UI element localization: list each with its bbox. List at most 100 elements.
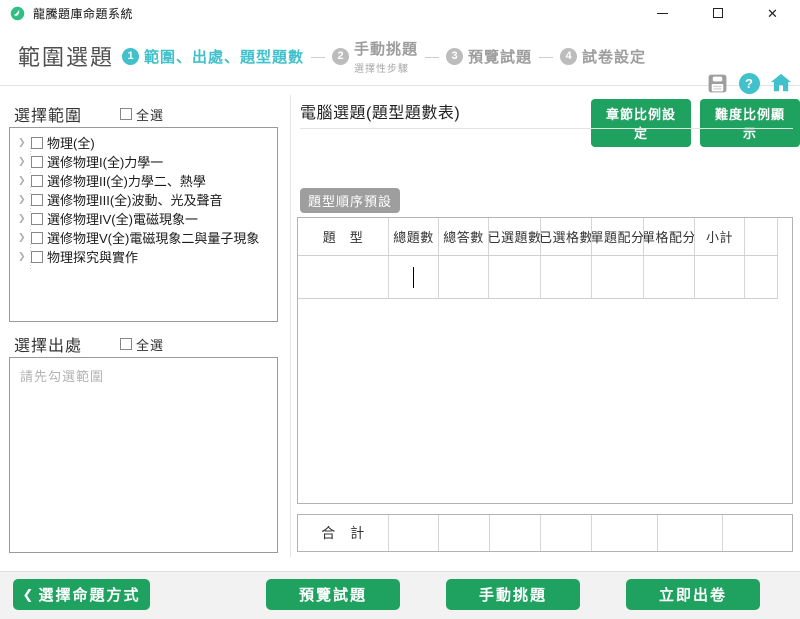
- step-dash: —: [539, 48, 553, 64]
- expand-chevron-icon[interactable]: ❯: [18, 194, 31, 205]
- range-select-all[interactable]: 全選: [120, 105, 164, 124]
- home-button[interactable]: [770, 72, 792, 94]
- save-button[interactable]: [706, 72, 728, 94]
- preview-questions-button[interactable]: 預覽試題: [266, 579, 400, 610]
- col-header-total-answers: 總答數: [439, 218, 489, 255]
- question-order-badge: 題型順序預設: [300, 188, 400, 213]
- cell-subtotal[interactable]: [695, 256, 745, 298]
- tree-item-physics-2[interactable]: ❯ 選修物理II(全)力學二、熱學: [10, 171, 277, 190]
- manual-pick-button[interactable]: 手動挑題: [446, 579, 580, 610]
- app-logo-icon: [10, 6, 25, 21]
- page-title: 範圍選題: [18, 40, 114, 72]
- save-icon: [707, 73, 728, 94]
- total-label: 合 計: [298, 515, 389, 551]
- app-window: 龍騰題庫命題系統 ✕ 範圍選題 1 範圍、出處、題型題數 — 2 手動挑題 選擇…: [0, 0, 800, 619]
- step-2-label: 手動挑題: [354, 38, 418, 59]
- step-4-circle: 4: [560, 48, 577, 65]
- minimize-icon: [657, 13, 668, 14]
- source-select-all-checkbox[interactable]: [120, 338, 132, 350]
- tree-item-checkbox[interactable]: [31, 232, 43, 244]
- tree-item-physics-all[interactable]: ❯ 物理(全): [10, 133, 277, 152]
- cell-points-per-question[interactable]: [592, 256, 644, 298]
- tree-item-physics-3[interactable]: ❯ 選修物理III(全)波動、光及聲音: [10, 190, 277, 209]
- step-2-manual-pick[interactable]: 2 手動挑題 選擇性步驟: [332, 38, 418, 75]
- col-header-type: 題 型: [298, 218, 389, 255]
- range-tree: ❯ 物理(全) ❯ 選修物理I(全)力學一 ❯ 選修物理II(全)力學二、熱學 …: [9, 127, 278, 322]
- home-icon: [770, 72, 792, 94]
- tree-item-label: 選修物理IV(全)電磁現象一: [47, 209, 198, 228]
- expand-chevron-icon[interactable]: ❯: [18, 232, 31, 243]
- total-answers-value: [439, 515, 490, 551]
- close-button[interactable]: ✕: [745, 0, 800, 26]
- tree-item-physics-inquiry[interactable]: ❯ 物理探究與實作: [10, 247, 277, 266]
- step-3-label: 預覽試題: [468, 46, 532, 67]
- minimize-button[interactable]: [635, 0, 690, 26]
- source-section-title: 選擇出處: [14, 332, 82, 356]
- tree-item-checkbox[interactable]: [31, 137, 43, 149]
- question-type-table: 題 型 總題數 總答數 已選題數 已選格數 單題配分 單格配分 小計: [297, 217, 793, 504]
- range-section-header: 選擇範圍 全選: [14, 102, 164, 126]
- step-dash: —: [311, 48, 325, 64]
- tree-item-checkbox[interactable]: [31, 156, 43, 168]
- back-button-label: 選擇命題方式: [38, 584, 140, 605]
- step-3-circle: 3: [446, 48, 463, 65]
- col-header-selected-cells: 已選格數: [541, 218, 592, 255]
- col-header-subtotal: 小計: [695, 218, 745, 255]
- title-bar: 龍騰題庫命題系統 ✕: [0, 0, 800, 26]
- help-icon: ?: [739, 73, 760, 94]
- col-header-total-questions: 總題數: [389, 218, 439, 255]
- range-section-title: 選擇範圍: [14, 102, 82, 126]
- expand-chevron-icon[interactable]: ❯: [18, 251, 31, 262]
- tree-item-checkbox[interactable]: [31, 194, 43, 206]
- difficulty-ratio-button[interactable]: 難度比例顯示: [700, 99, 800, 147]
- maximize-button[interactable]: [690, 0, 745, 26]
- cell-total-answers[interactable]: [439, 256, 489, 298]
- total-points-per-question-value: [592, 515, 658, 551]
- tree-item-checkbox[interactable]: [31, 251, 43, 263]
- step-1-range[interactable]: 1 範圍、出處、題型題數: [122, 46, 304, 67]
- tree-item-checkbox[interactable]: [31, 213, 43, 225]
- computer-selection-title: 電腦選題(題型題數表): [300, 99, 460, 123]
- tree-item-label: 選修物理II(全)力學二、熱學: [47, 171, 206, 190]
- tree-item-physics-1[interactable]: ❯ 選修物理I(全)力學一: [10, 152, 277, 171]
- source-list[interactable]: 請先勾選範圍: [9, 357, 278, 553]
- step-2-circle: 2: [332, 48, 349, 65]
- cell-selected-questions[interactable]: [489, 256, 541, 298]
- tree-item-physics-4[interactable]: ❯ 選修物理IV(全)電磁現象一: [10, 209, 277, 228]
- tree-item-checkbox[interactable]: [31, 175, 43, 187]
- tree-item-label: 物理(全): [47, 133, 95, 152]
- col-header-selected-questions: 已選題數: [489, 218, 541, 255]
- back-to-mode-button[interactable]: ❮ 選擇命題方式: [13, 579, 150, 610]
- close-icon: ✕: [767, 7, 778, 20]
- expand-chevron-icon[interactable]: ❯: [18, 137, 31, 148]
- panel-divider: [290, 95, 291, 557]
- range-select-all-checkbox[interactable]: [120, 108, 132, 120]
- total-questions-value: [389, 515, 439, 551]
- total-selected-cells-value: [541, 515, 592, 551]
- cell-type[interactable]: [298, 256, 389, 298]
- col-header-points-per-cell: 單格配分: [644, 218, 695, 255]
- col-header-spacer: [745, 218, 778, 255]
- maximize-icon: [713, 8, 723, 18]
- help-button[interactable]: ?: [738, 72, 760, 94]
- right-panel-divider: [300, 128, 793, 129]
- text-caret: [413, 267, 415, 288]
- expand-chevron-icon[interactable]: ❯: [18, 156, 31, 167]
- expand-chevron-icon[interactable]: ❯: [18, 175, 31, 186]
- source-select-all[interactable]: 全選: [120, 335, 164, 354]
- cell-total-questions-input[interactable]: [389, 256, 439, 298]
- cell-selected-cells[interactable]: [541, 256, 592, 298]
- step-3-preview[interactable]: 3 預覽試題: [446, 46, 532, 67]
- expand-chevron-icon[interactable]: ❯: [18, 213, 31, 224]
- step-dash: —: [425, 48, 439, 64]
- step-4-paper-settings[interactable]: 4 試卷設定: [560, 46, 646, 67]
- range-select-all-label: 全選: [136, 105, 164, 124]
- generate-paper-button[interactable]: 立即出卷: [626, 579, 760, 610]
- col-header-points-per-question: 單題配分: [592, 218, 644, 255]
- tree-item-label: 選修物理III(全)波動、光及聲音: [47, 190, 223, 209]
- source-select-all-label: 全選: [136, 335, 164, 354]
- cell-points-per-cell[interactable]: [644, 256, 695, 298]
- tree-item-physics-5[interactable]: ❯ 選修物理V(全)電磁現象二與量子現象: [10, 228, 277, 247]
- chapter-ratio-button[interactable]: 章節比例設定: [591, 99, 691, 147]
- step-2-sublabel: 選擇性步驟: [354, 60, 418, 75]
